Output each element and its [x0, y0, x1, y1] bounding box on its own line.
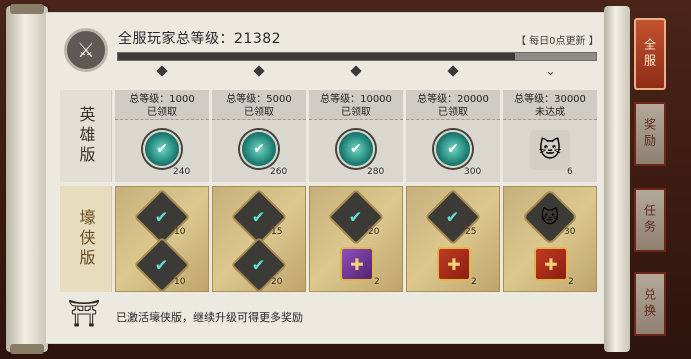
tier-header: 总等级：10000 已领取	[309, 90, 403, 120]
scroll-roller-left	[6, 4, 48, 354]
purple-gift-icon: ✚	[340, 247, 374, 281]
tier-status: 已领取	[438, 107, 468, 118]
jade-token-icon: ✔	[337, 130, 375, 168]
tier-level-text: 总等级：1000	[129, 94, 195, 105]
tier-header: 总等级：20000 已领取	[406, 90, 500, 120]
jade-token-icon: ✔	[143, 130, 181, 168]
tier-level-text: 总等级：30000	[514, 94, 586, 105]
cat-pet-icon: 🐱	[530, 130, 570, 170]
tier-status: 未达成	[535, 107, 565, 118]
luxe-reward-cell[interactable]: ✔ 10 ✔ 10	[115, 186, 209, 294]
level-progress-fill	[118, 53, 515, 60]
server-level-value: 21382	[234, 31, 282, 47]
tab-tasks[interactable]: 任务	[634, 188, 666, 252]
footer-message: 已激活壕侠版，继续升级可得更多奖励	[116, 311, 303, 324]
hero-edition-label: 英雄版	[60, 90, 112, 182]
reward-qty: 300	[464, 167, 482, 177]
red-gift-icon: ✚	[437, 247, 471, 281]
scroll-roller-right	[604, 6, 630, 352]
jade-token-icon: ✔	[434, 130, 472, 168]
luxe-edition-label: 壕侠版	[60, 186, 112, 292]
hero-emblem-icon: ⚔	[64, 28, 108, 72]
level-progress-bar	[117, 52, 597, 61]
luxe-reward-cell[interactable]: ✔ 25 ✚ 2	[406, 186, 500, 292]
reward-qty: 2	[568, 277, 574, 287]
reward-qty: 2	[374, 277, 380, 287]
reward-qty: 25	[465, 227, 477, 237]
refresh-note: 【 每日0点更新 】	[516, 36, 599, 47]
hero-reward-cell[interactable]: ✔ 280	[309, 120, 403, 182]
tier-level-text: 总等级：5000	[226, 94, 292, 105]
luxe-reward-cell[interactable]: 🐱 30 ✚ 2	[503, 186, 597, 292]
hero-reward-cell[interactable]: ✔ 260	[212, 120, 306, 182]
swordsman-silhouette-icon: ⛩	[67, 299, 101, 329]
reward-qty: 20	[368, 227, 380, 237]
title-label: 全服玩家总等级：	[118, 31, 234, 47]
jade-token-icon: ✔	[240, 130, 278, 168]
tier-header: 总等级：5000 已领取	[212, 90, 306, 120]
reward-qty: 10	[174, 277, 186, 287]
tier-level-text: 总等级：10000	[320, 94, 392, 105]
luxe-reward-cell[interactable]: ✔ 20 ✚ 2	[309, 186, 403, 292]
hero-reward-cell[interactable]: ✔ 300	[406, 120, 500, 182]
hero-reward-cell[interactable]: 🐱 6	[503, 120, 597, 182]
tab-rewards[interactable]: 奖励	[634, 102, 666, 166]
tier-status: 已领取	[341, 107, 371, 118]
reward-qty: 240	[173, 167, 191, 177]
reward-qty: 20	[271, 277, 283, 287]
reward-qty: 6	[567, 167, 573, 177]
luxe-reward-cell[interactable]: ✔ 15 ✔ 20	[212, 186, 306, 294]
tab-exchange[interactable]: 兑换	[634, 272, 666, 336]
tab-server[interactable]: 全服	[634, 18, 666, 90]
hero-reward-cell[interactable]: ✔ 240	[115, 120, 209, 182]
reward-qty: 2	[471, 277, 477, 287]
reward-qty: 10	[174, 227, 186, 237]
reward-qty: 30	[564, 227, 576, 237]
tier-status: 已领取	[147, 107, 177, 118]
tier-header: 总等级：1000 已领取	[115, 90, 209, 120]
reward-qty: 15	[271, 227, 283, 237]
tier-marker-open-icon: ⌄	[545, 64, 556, 78]
reward-qty: 280	[367, 167, 385, 177]
server-level-title: 全服玩家总等级：21382	[118, 28, 281, 48]
tier-status: 已领取	[244, 107, 274, 118]
tier-level-text: 总等级：20000	[417, 94, 489, 105]
reward-qty: 260	[270, 167, 288, 177]
red-gift-icon: ✚	[534, 247, 568, 281]
tier-header: 总等级：30000 未达成	[503, 90, 597, 120]
